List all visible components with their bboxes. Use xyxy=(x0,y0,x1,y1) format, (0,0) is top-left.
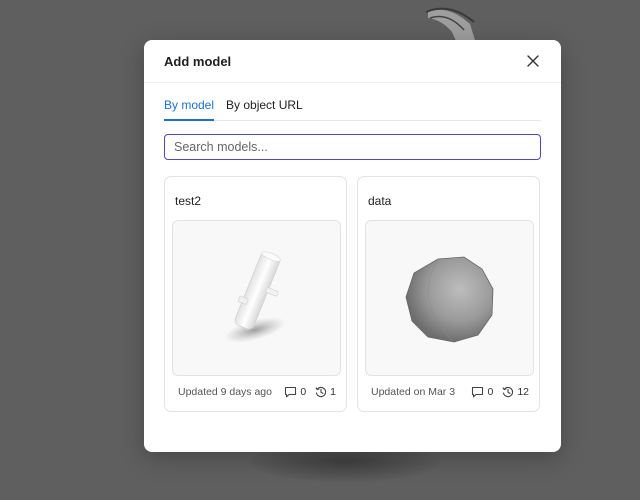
model-name: test2 xyxy=(175,194,202,208)
versions-count: 12 xyxy=(502,386,529,398)
history-icon xyxy=(502,386,514,398)
history-icon xyxy=(315,386,327,398)
comments-count: 0 xyxy=(471,386,493,398)
tab-bar: By model By object URL xyxy=(164,97,541,121)
model-name: data xyxy=(368,194,392,208)
updated-label: Updated 9 days ago xyxy=(178,386,272,398)
dialog-title: Add model xyxy=(164,53,232,69)
close-button[interactable] xyxy=(524,52,542,70)
model-card-test2[interactable]: test2 Updated 9 days ago 0 1 xyxy=(164,176,347,412)
comments-count: 0 xyxy=(284,386,306,398)
tab-by-model[interactable]: By model xyxy=(164,97,215,121)
comments-value: 0 xyxy=(487,386,494,398)
model-thumbnail xyxy=(172,220,341,376)
close-icon xyxy=(527,55,539,67)
updated-label: Updated on Mar 3 xyxy=(371,386,456,398)
comment-icon xyxy=(472,386,484,398)
tab-by-object-url[interactable]: By object URL xyxy=(226,97,303,121)
card-footer: Updated 9 days ago 0 1 xyxy=(178,384,336,400)
versions-count: 1 xyxy=(315,386,336,398)
card-footer: Updated on Mar 3 0 12 xyxy=(371,384,529,400)
search-input[interactable] xyxy=(164,134,541,160)
dialog-header: Add model xyxy=(144,40,561,83)
versions-value: 12 xyxy=(517,386,529,398)
model-card-data[interactable]: data Updated on Mar 3 0 12 xyxy=(357,176,540,412)
comments-value: 0 xyxy=(300,386,307,398)
versions-value: 1 xyxy=(330,386,336,398)
model-thumbnail xyxy=(365,220,534,376)
add-model-dialog: Add model By model By object URL test2 xyxy=(144,40,561,452)
comment-icon xyxy=(285,386,297,398)
